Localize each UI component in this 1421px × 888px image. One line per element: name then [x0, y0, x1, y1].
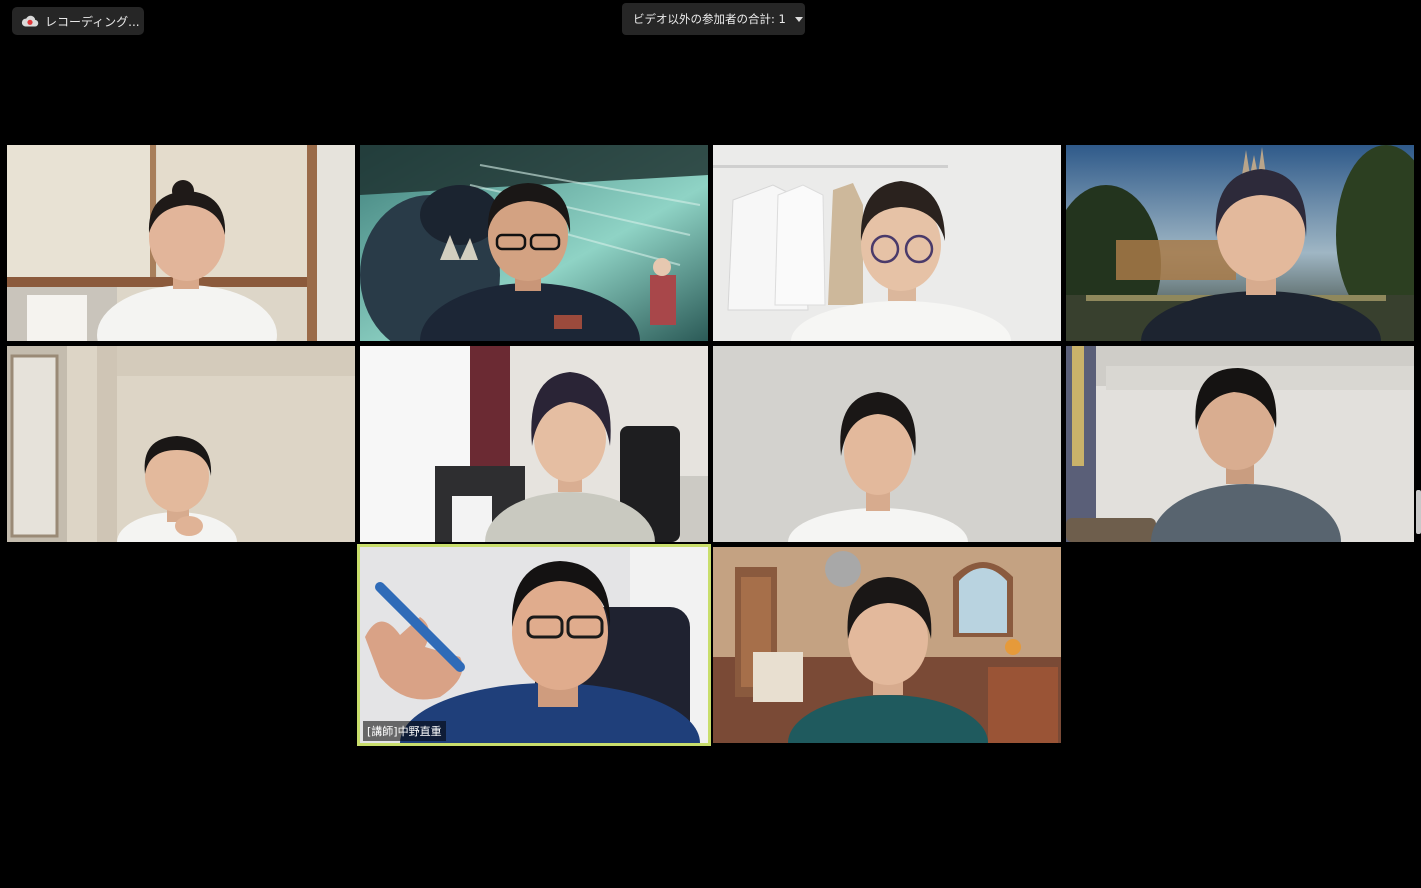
video-tile-6[interactable] [360, 346, 708, 542]
participant-video [1066, 346, 1414, 542]
participant-video [713, 145, 1061, 341]
participant-video [713, 547, 1061, 743]
video-tile-8[interactable] [1066, 346, 1414, 542]
chevron-down-icon [794, 16, 803, 22]
participant-video [7, 346, 355, 542]
video-tile-active-speaker[interactable]: [講師]中野直重 [357, 544, 711, 746]
video-tile-2[interactable] [360, 145, 708, 341]
recording-label: レコーディング... [45, 14, 140, 29]
participant-video [7, 145, 355, 341]
non-video-participants-label: ビデオ以外の参加者の合計: 1 [633, 12, 786, 26]
participant-video [713, 346, 1061, 542]
cloud-record-icon [21, 15, 39, 27]
video-tile-9[interactable] [713, 547, 1061, 743]
recording-indicator[interactable]: レコーディング... [12, 7, 144, 35]
video-tile-7[interactable] [713, 346, 1061, 542]
participant-video [360, 145, 708, 341]
video-tile-5[interactable] [7, 346, 355, 542]
participant-video [360, 547, 708, 743]
video-tile-4[interactable] [1066, 145, 1414, 341]
video-tile-1[interactable] [7, 145, 355, 341]
scrollbar-handle[interactable] [1416, 490, 1421, 534]
active-speaker-name-tag: [講師]中野直重 [363, 721, 446, 741]
participant-video [1066, 145, 1414, 341]
non-video-participants-dropdown[interactable]: ビデオ以外の参加者の合計: 1 [622, 3, 805, 35]
video-tile-3[interactable] [713, 145, 1061, 341]
participant-video [360, 346, 708, 542]
